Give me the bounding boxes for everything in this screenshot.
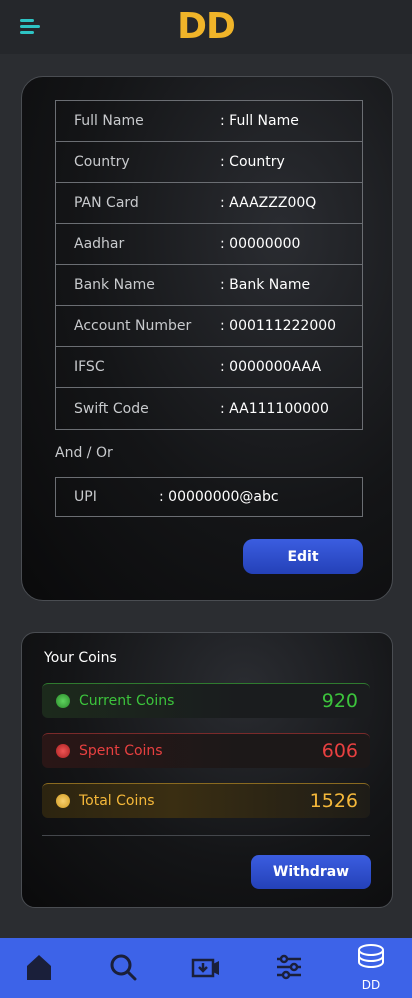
app-logo: DD bbox=[177, 6, 236, 47]
nav-videos[interactable] bbox=[176, 938, 236, 998]
video-download-icon bbox=[191, 958, 219, 978]
row-label: Swift Code bbox=[74, 400, 149, 417]
gold-coin-icon bbox=[56, 794, 70, 808]
withdraw-button[interactable]: Withdraw bbox=[251, 855, 371, 889]
coins-title: Your Coins bbox=[44, 650, 117, 666]
upi-label: UPI bbox=[74, 489, 97, 505]
table-row: Full Name : Full Name bbox=[56, 101, 362, 142]
divider bbox=[42, 835, 370, 836]
sliders-icon bbox=[277, 954, 301, 980]
row-value: : 000111222000 bbox=[220, 318, 337, 334]
red-coin-icon bbox=[56, 744, 70, 758]
spent-coins-value: 606 bbox=[321, 740, 358, 762]
nav-home[interactable] bbox=[9, 938, 69, 998]
total-coins-label: Total Coins bbox=[79, 793, 155, 809]
table-row: Country : Country bbox=[56, 142, 362, 183]
upi-value: : 00000000@abc bbox=[159, 489, 279, 505]
row-value: : Country bbox=[220, 154, 285, 170]
green-coin-icon bbox=[56, 694, 70, 708]
table-row: Bank Name : Bank Name bbox=[56, 265, 362, 306]
search-icon bbox=[110, 954, 137, 981]
row-label: Country bbox=[74, 154, 130, 170]
row-value: : AAAZZZ00Q bbox=[220, 195, 317, 211]
coins-icon bbox=[358, 944, 384, 968]
edit-button[interactable]: Edit bbox=[243, 539, 363, 574]
table-row: PAN Card : AAAZZZ00Q bbox=[56, 183, 362, 224]
spent-coins-label: Spent Coins bbox=[79, 743, 163, 759]
row-value: : AA111100000 bbox=[220, 400, 329, 417]
coins-card: Your Coins Current Coins 920 Spent Coins… bbox=[21, 632, 393, 908]
current-coins-row: Current Coins 920 bbox=[42, 683, 370, 718]
nav-dd-label: DD bbox=[361, 978, 381, 992]
current-coins-value: 920 bbox=[321, 690, 358, 712]
table-row: Swift Code : AA111100000 bbox=[56, 388, 362, 429]
row-value: : 00000000 bbox=[220, 236, 301, 252]
row-label: IFSC bbox=[74, 359, 105, 375]
table-row: Account Number : 000111222000 bbox=[56, 306, 362, 347]
row-label: Full Name bbox=[74, 113, 144, 129]
nav-filters[interactable] bbox=[259, 938, 319, 998]
table-row: IFSC : 0000000AAA bbox=[56, 347, 362, 388]
row-label: Aadhar bbox=[74, 236, 125, 252]
row-value: : Full Name bbox=[220, 113, 299, 129]
row-label: PAN Card bbox=[74, 195, 139, 211]
spent-coins-row: Spent Coins 606 bbox=[42, 733, 370, 768]
row-value: : Bank Name bbox=[220, 277, 311, 293]
current-coins-label: Current Coins bbox=[79, 693, 175, 709]
table-row: Aadhar : 00000000 bbox=[56, 224, 362, 265]
row-value: : 0000000AAA bbox=[220, 359, 322, 375]
total-coins-value: 1526 bbox=[309, 790, 358, 812]
bank-details-card: Full Name : Full Name Country : Country … bbox=[21, 76, 393, 601]
bottom-nav: DD bbox=[0, 938, 412, 998]
details-table: Full Name : Full Name Country : Country … bbox=[55, 100, 363, 430]
row-label: Account Number bbox=[74, 318, 192, 334]
total-coins-row: Total Coins 1526 bbox=[42, 783, 370, 818]
upi-row: UPI : 00000000@abc bbox=[55, 477, 363, 517]
nav-coins[interactable]: DD bbox=[341, 938, 401, 998]
top-bar: DD bbox=[0, 0, 412, 54]
and-or-label: And / Or bbox=[55, 445, 113, 461]
row-label: Bank Name bbox=[74, 277, 155, 293]
home-icon bbox=[27, 955, 51, 980]
nav-search[interactable] bbox=[93, 938, 153, 998]
